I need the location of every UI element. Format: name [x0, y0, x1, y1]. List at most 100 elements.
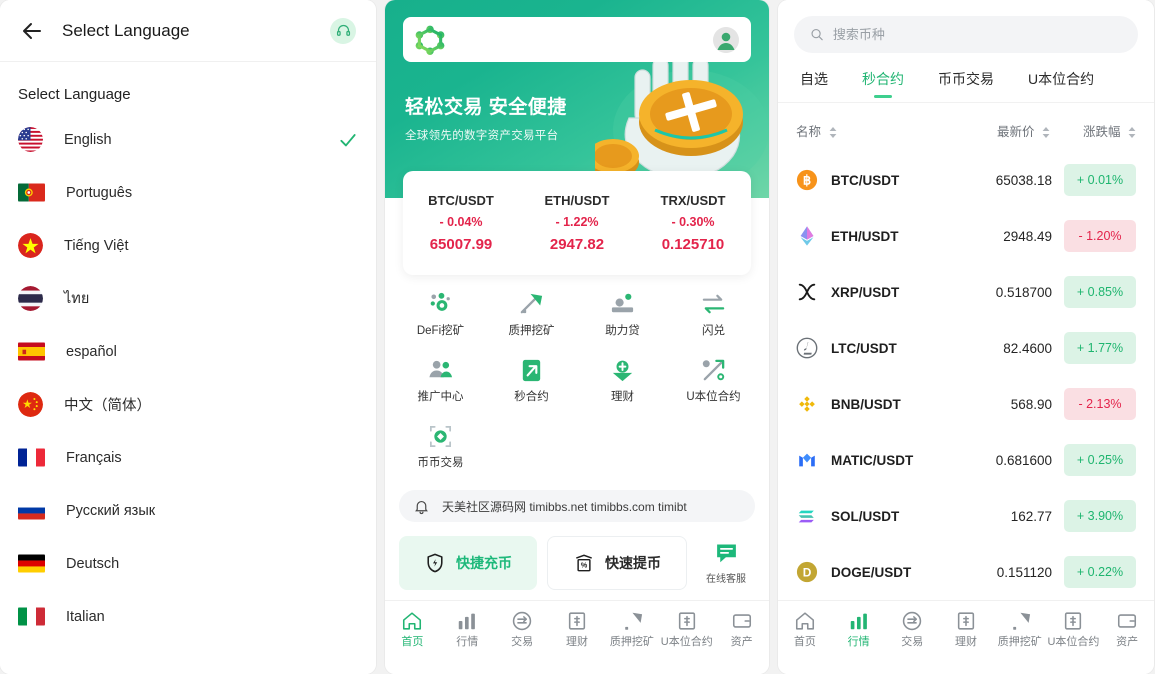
language-row[interactable]: 中文（简体） [18, 378, 358, 431]
notice-bar[interactable]: 天美社区源码网 timibbs.net timibbs.com timibt [399, 490, 755, 523]
ticker-cell[interactable]: ETH/USDT - 1.22% 2947.82 [519, 171, 635, 275]
feature-grid-label: 助力贷 [605, 325, 640, 337]
feature-grid-item[interactable]: 质押挖矿 [486, 282, 577, 348]
language-label: español [66, 343, 117, 360]
nav-item-mining[interactable]: 质押挖矿 [993, 610, 1047, 649]
check-placeholder [338, 501, 358, 521]
ticker-change: - 1.22% [555, 215, 599, 229]
flag-cn-icon [18, 392, 43, 417]
feature-grid-item[interactable]: 币币交易 [395, 414, 486, 480]
nav-item-finance[interactable]: 理财 [939, 610, 993, 649]
feature-grid-item[interactable]: 闪兑 [668, 282, 759, 348]
nav-item-finance[interactable]: 理财 [550, 610, 605, 649]
quick-deposit-button[interactable]: 快捷充币 [399, 536, 537, 591]
nav-item-home[interactable]: 首页 [778, 610, 832, 649]
check-placeholder [338, 236, 358, 256]
feature-grid-item[interactable]: 推广中心 [395, 348, 486, 414]
coin-price: 0.518700 [995, 284, 1052, 300]
boost-loan-icon [609, 291, 636, 318]
nav-item-contract[interactable]: U本位合约 [1047, 610, 1101, 649]
coin-price: 568.90 [1010, 396, 1052, 412]
language-row[interactable]: ไทย [18, 272, 358, 325]
back-arrow-icon[interactable] [20, 19, 44, 43]
page-title: Select Language [62, 20, 190, 40]
coin-row[interactable]: BNB/USDT 568.90 - 2.13% [796, 376, 1136, 432]
coin-row[interactable]: XRP/USDT 0.518700 + 0.85% [796, 264, 1136, 320]
language-row[interactable]: English [18, 113, 358, 166]
quick-withdraw-button[interactable]: % 快速提币 [547, 536, 687, 591]
ticker-cell[interactable]: TRX/USDT - 0.30% 0.125710 [635, 171, 751, 275]
language-row[interactable]: Português [18, 166, 358, 219]
column-price[interactable]: 最新价 [946, 121, 1050, 140]
ticker-pair: TRX/USDT [660, 193, 726, 208]
nav-item-home[interactable]: 首页 [385, 610, 440, 649]
ticker-pair: ETH/USDT [544, 193, 610, 208]
column-change[interactable]: 涨跌幅 [1050, 121, 1136, 140]
market-tab[interactable]: 自选 [792, 65, 836, 102]
user-avatar-button[interactable] [713, 26, 739, 53]
flag-it-icon [18, 607, 45, 626]
coin-symbol: BTC/USDT [831, 172, 900, 188]
nav-item-label: 首页 [793, 636, 816, 648]
coin-symbol: XRP/USDT [831, 284, 900, 300]
language-row[interactable]: Français [18, 431, 358, 484]
flag-vn-icon [18, 233, 43, 258]
sort-icon [1042, 127, 1050, 139]
feature-grid-item[interactable]: U本位合约 [668, 348, 759, 414]
market-tab[interactable]: 秒合约 [854, 65, 912, 102]
coin-price: 2948.49 [1003, 228, 1052, 244]
nav-item-trade[interactable]: 交易 [885, 610, 939, 649]
column-name[interactable]: 名称 [796, 121, 946, 140]
column-change-label: 涨跌幅 [1083, 125, 1121, 139]
svg-text:฿: ฿ [803, 174, 811, 188]
nav-item-contract[interactable]: U本位合约 [659, 610, 714, 649]
withdraw-printer-icon: % [576, 554, 592, 572]
molecule-logo-icon[interactable] [415, 25, 445, 55]
online-support-button[interactable]: 在线客服 [697, 536, 755, 590]
coin-row[interactable]: D DOGE/USDT 0.151120 + 0.22% [796, 544, 1136, 600]
language-row[interactable]: Tiếng Việt [18, 219, 358, 272]
market-tab[interactable]: 币币交易 [930, 65, 1002, 102]
feature-grid-label: DeFi挖矿 [416, 325, 465, 337]
defi-mining-icon [427, 291, 454, 318]
feature-grid-item[interactable]: DeFi挖矿 [395, 282, 486, 348]
svg-text:%: % [581, 561, 588, 570]
contract-icon [1065, 612, 1082, 630]
language-row[interactable]: Русский язык [18, 484, 358, 537]
nav-item-market[interactable]: 行情 [832, 610, 886, 649]
language-label: Français [66, 449, 122, 466]
language-row[interactable]: Italian [18, 590, 358, 643]
nav-item-assets[interactable]: 资产 [1100, 610, 1154, 649]
language-row[interactable]: español [18, 325, 358, 378]
coin-symbol: LTC/USDT [831, 340, 897, 356]
coin-row[interactable]: MATIC/USDT 0.681600 + 0.25% [796, 432, 1136, 488]
coin-row[interactable]: LTC/USDT 82.4600 + 1.77% [796, 320, 1136, 376]
nav-item-mining[interactable]: 质押挖矿 [604, 610, 659, 649]
market-column-header: 名称 最新价 涨跌幅 [778, 103, 1154, 152]
ticker-cell[interactable]: BTC/USDT - 0.04% 65007.99 [403, 171, 519, 275]
nav-item-trade[interactable]: 交易 [495, 610, 550, 649]
nav-item-assets[interactable]: 资产 [714, 610, 769, 649]
search-box[interactable] [794, 16, 1138, 53]
assets-icon [1118, 614, 1137, 628]
nav-item-label: 行情 [456, 636, 479, 648]
feature-grid-item[interactable]: 助力贷 [577, 282, 668, 348]
coin-row[interactable]: ETH/USDT 2948.49 - 1.20% [796, 208, 1136, 264]
search-input[interactable] [832, 27, 1122, 42]
wealth-management-icon [609, 357, 636, 384]
user-avatar-icon [713, 26, 739, 53]
feature-grid-item[interactable]: 理财 [577, 348, 668, 414]
coin-row[interactable]: ฿ BTC/USDT 65038.18 + 0.01% [796, 152, 1136, 208]
ticker-price: 2947.82 [549, 236, 605, 253]
market-tab[interactable]: U本位合约 [1020, 65, 1102, 102]
coin-row[interactable]: SOL/USDT 162.77 + 3.90% [796, 488, 1136, 544]
support-button[interactable] [330, 17, 356, 44]
screenshot-stage: Select Language Select Language English … [0, 0, 1155, 674]
feature-grid-item[interactable]: 秒合约 [486, 348, 577, 414]
nav-item-label: 资产 [730, 636, 753, 648]
language-row[interactable]: Deutsch [18, 537, 358, 590]
coin-symbol: ETH/USDT [831, 228, 899, 244]
nav-item-market[interactable]: 行情 [440, 610, 495, 649]
chat-bubble-icon [716, 544, 736, 563]
market-icon [459, 613, 476, 630]
